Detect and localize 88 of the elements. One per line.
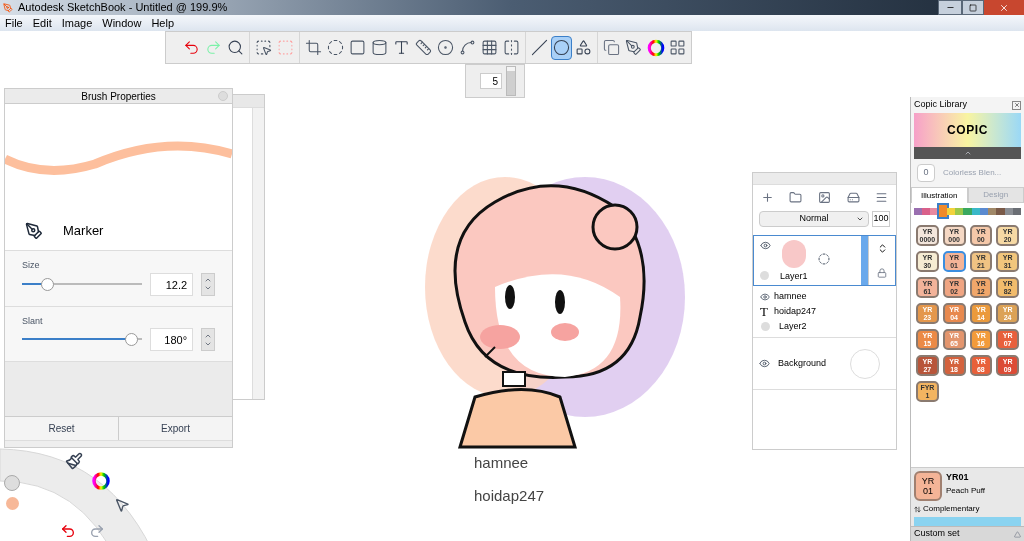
complementary-label[interactable]: Complementary bbox=[923, 503, 980, 515]
family-swatch[interactable] bbox=[963, 207, 972, 215]
opacity-field[interactable]: 100 bbox=[872, 211, 890, 227]
family-swatch[interactable] bbox=[946, 207, 956, 215]
selection-bar bbox=[861, 236, 868, 285]
family-swatch[interactable] bbox=[988, 207, 997, 215]
family-swatch[interactable] bbox=[979, 207, 989, 215]
blender-name: Colorless Blen... bbox=[943, 167, 1002, 179]
canvas-text: hamnee bbox=[474, 453, 529, 473]
layer-name: Layer1 bbox=[780, 270, 808, 283]
size-field[interactable]: 5 bbox=[480, 73, 502, 89]
close-icon[interactable] bbox=[999, 2, 1009, 13]
current-color-id: YR01 bbox=[946, 471, 970, 484]
eye-icon[interactable] bbox=[759, 358, 770, 369]
text-layer-icon: T bbox=[760, 305, 770, 318]
layer-name: Background bbox=[778, 356, 827, 370]
copic-logo: COPIC bbox=[947, 122, 988, 139]
color-wheel-icon[interactable] bbox=[91, 471, 111, 491]
blend-mode-dropdown[interactable]: Normal bbox=[759, 211, 869, 227]
current-color-name: Peach Puff bbox=[946, 484, 985, 497]
family-swatch[interactable] bbox=[914, 207, 923, 215]
family-swatch[interactable] bbox=[955, 207, 964, 215]
menu-item[interactable]: File bbox=[5, 14, 23, 32]
minimize-button[interactable] bbox=[938, 0, 962, 15]
current-color-swatch: YR 01 bbox=[914, 471, 942, 501]
marker-icon bbox=[25, 221, 43, 240]
family-swatch[interactable] bbox=[938, 205, 947, 217]
cursor-icon[interactable] bbox=[114, 497, 130, 513]
slider-track[interactable] bbox=[22, 277, 143, 291]
slider-thumb[interactable] bbox=[124, 333, 138, 346]
lock-icon[interactable] bbox=[877, 268, 887, 278]
value-field[interactable]: 12.2 bbox=[150, 272, 194, 296]
layer-name[interactable]: hamnee bbox=[774, 289, 807, 304]
spinner[interactable] bbox=[201, 272, 215, 296]
maximize-icon[interactable] bbox=[969, 3, 977, 12]
layer-thumbnail bbox=[782, 240, 806, 268]
swap-icon[interactable] bbox=[914, 505, 921, 513]
panel-title: Brush Properties bbox=[81, 89, 156, 104]
layer-name[interactable]: Layer2 bbox=[779, 319, 807, 334]
up-icon[interactable] bbox=[204, 276, 213, 284]
scrollbar[interactable] bbox=[252, 108, 264, 399]
layer-row[interactable]: Background bbox=[753, 338, 896, 390]
family-swatch[interactable] bbox=[971, 207, 980, 215]
close-icon[interactable] bbox=[1012, 100, 1021, 110]
image-icon[interactable] bbox=[818, 190, 831, 204]
panel-title: Copic Library bbox=[914, 98, 968, 112]
spinner[interactable] bbox=[201, 328, 215, 351]
layer-name[interactable]: hoidap247 bbox=[774, 304, 817, 319]
background-swatch[interactable] bbox=[850, 348, 880, 379]
slider-label: Slant bbox=[22, 314, 44, 328]
maximize-button[interactable] bbox=[962, 0, 984, 15]
down-icon[interactable] bbox=[204, 284, 213, 292]
family-swatch[interactable] bbox=[996, 207, 1005, 215]
folder-icon[interactable] bbox=[789, 190, 803, 204]
family-swatch[interactable] bbox=[1012, 207, 1022, 215]
dashed-circle-icon bbox=[818, 253, 830, 265]
slider-thumb[interactable] bbox=[41, 277, 55, 291]
slider-label: Size bbox=[22, 259, 41, 272]
caret-icon[interactable] bbox=[856, 215, 864, 223]
tab[interactable]: Illustration bbox=[911, 187, 968, 203]
caret-icon[interactable] bbox=[963, 149, 972, 157]
size-slider[interactable] bbox=[506, 66, 516, 96]
layer-row[interactable]: Layer1 bbox=[753, 235, 896, 286]
slider-track[interactable] bbox=[22, 333, 143, 346]
brush-icon[interactable] bbox=[65, 452, 83, 470]
tool-icon[interactable] bbox=[4, 475, 20, 491]
redo-arrow-icon[interactable] bbox=[89, 523, 105, 539]
brush-name: Marker bbox=[63, 221, 104, 240]
eye-icon[interactable] bbox=[760, 240, 771, 251]
family-swatch[interactable] bbox=[1004, 207, 1013, 215]
menu-item[interactable]: Help bbox=[151, 14, 175, 32]
menu-icon[interactable] bbox=[875, 190, 889, 204]
menu-item[interactable]: Edit bbox=[32, 14, 52, 32]
family-swatch[interactable] bbox=[922, 207, 931, 215]
panel-button[interactable]: Reset bbox=[5, 417, 118, 440]
blender-swatch[interactable]: 0 bbox=[917, 164, 935, 182]
app-icon bbox=[3, 2, 13, 13]
menu-item[interactable]: Window bbox=[102, 14, 142, 32]
undo-arrow-icon[interactable] bbox=[60, 523, 76, 539]
custom-set-bar[interactable]: Custom set bbox=[911, 526, 1024, 541]
eye-icon[interactable] bbox=[760, 291, 770, 302]
resize-grip[interactable] bbox=[5, 440, 232, 447]
window-title: Autodesk SketchBook - Untitled @ 199.9% bbox=[18, 0, 228, 16]
custom-set-label[interactable]: Custom set bbox=[914, 527, 960, 541]
value-field[interactable]: 180° bbox=[150, 328, 194, 351]
add-layer-icon[interactable] bbox=[760, 190, 774, 204]
canvas-text: hoidap247 bbox=[474, 486, 545, 506]
menu-item[interactable]: Image bbox=[61, 14, 93, 32]
